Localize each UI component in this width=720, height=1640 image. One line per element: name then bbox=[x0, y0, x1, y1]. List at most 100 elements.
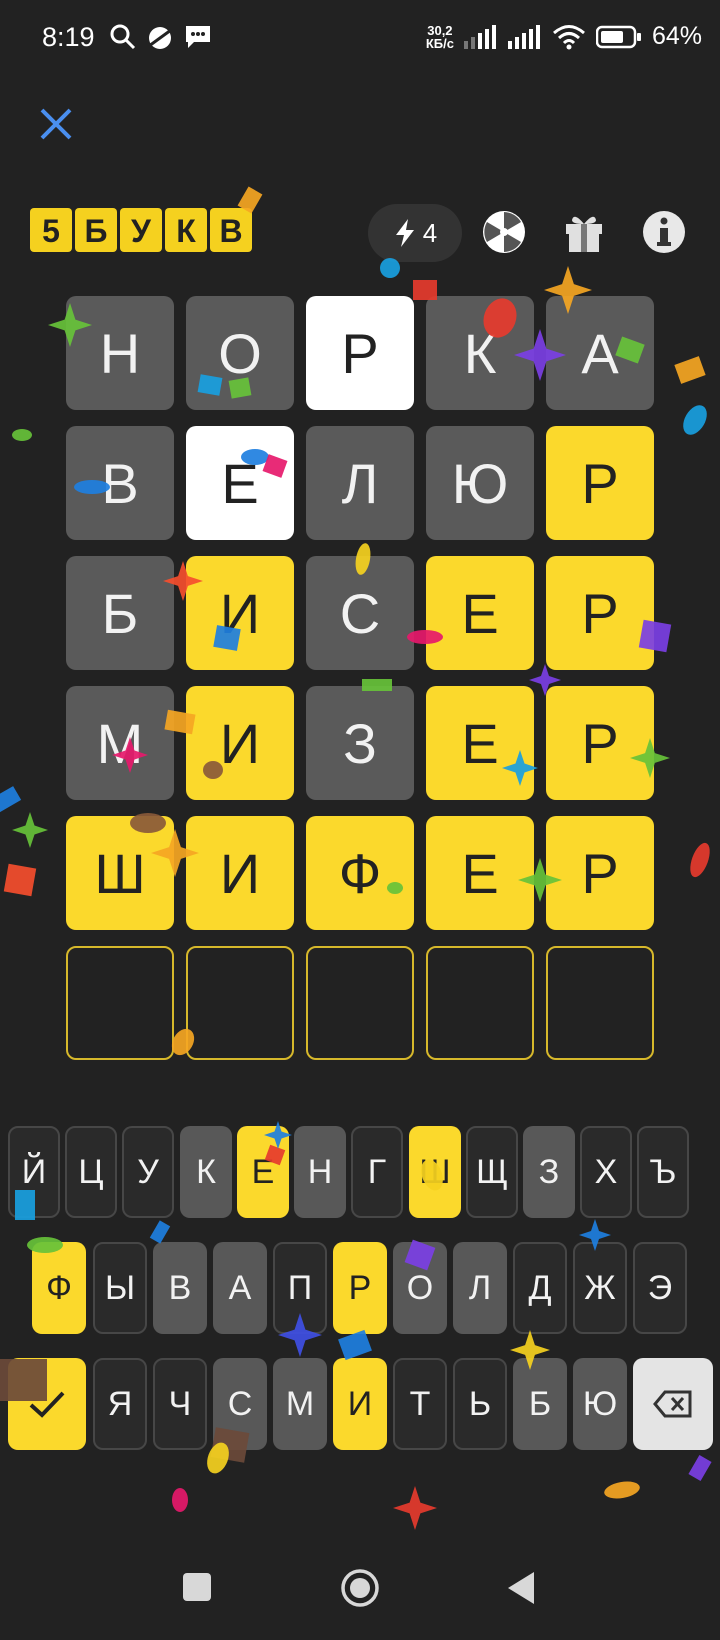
grid-tile: Е bbox=[426, 556, 534, 670]
letter-key[interactable]: Л bbox=[453, 1242, 507, 1334]
close-icon bbox=[40, 108, 72, 140]
status-bar: 8:19 30,2 КБ/с 64% bbox=[0, 0, 720, 80]
confetti-piece bbox=[393, 1486, 437, 1530]
letter-key[interactable]: Щ bbox=[466, 1126, 518, 1218]
letter-key[interactable]: М bbox=[273, 1358, 327, 1450]
letter-key[interactable]: Я bbox=[93, 1358, 147, 1450]
home-button[interactable] bbox=[340, 1568, 380, 1613]
logo-letter: В bbox=[210, 208, 252, 252]
grid-tile: Е bbox=[426, 816, 534, 930]
letter-key[interactable]: А bbox=[213, 1242, 267, 1334]
planet-icon bbox=[148, 27, 172, 49]
letter-key[interactable]: Ъ bbox=[637, 1126, 689, 1218]
keyboard-row: ЯЧСМИТЬБЮ bbox=[0, 1358, 720, 1450]
letter-key[interactable]: П bbox=[273, 1242, 327, 1334]
back-triangle-icon bbox=[508, 1572, 534, 1604]
status-time: 8:19 bbox=[42, 22, 95, 52]
letter-key[interactable]: З bbox=[523, 1126, 575, 1218]
grid-tile: Е bbox=[186, 426, 294, 540]
letter-key[interactable]: Д bbox=[513, 1242, 567, 1334]
confetti-piece bbox=[338, 1329, 372, 1361]
close-button[interactable] bbox=[36, 104, 76, 144]
checkmark-icon bbox=[29, 1391, 65, 1418]
grid-tile bbox=[66, 946, 174, 1060]
grid-tile: О bbox=[186, 296, 294, 410]
logo-letter: У bbox=[120, 208, 162, 252]
letter-key[interactable]: Р bbox=[333, 1242, 387, 1334]
letter-key[interactable]: У bbox=[122, 1126, 174, 1218]
letter-key[interactable]: В bbox=[153, 1242, 207, 1334]
lightning-icon bbox=[395, 219, 414, 247]
letter-key[interactable]: К bbox=[180, 1126, 232, 1218]
backspace-icon bbox=[653, 1390, 692, 1418]
letter-key[interactable]: Э bbox=[633, 1242, 687, 1334]
letter-key[interactable]: С bbox=[213, 1358, 267, 1450]
confetti-piece bbox=[149, 1220, 171, 1244]
grid-tile bbox=[186, 946, 294, 1060]
letter-key[interactable]: Ы bbox=[93, 1242, 147, 1334]
confetti-piece bbox=[674, 356, 706, 384]
grid-tile: Ш bbox=[66, 816, 174, 930]
back-button[interactable] bbox=[506, 1570, 536, 1611]
grid-tile: Р bbox=[546, 426, 654, 540]
confetti-piece bbox=[683, 405, 707, 435]
letter-key[interactable]: Ф bbox=[32, 1242, 86, 1334]
network-speed: 30,2 КБ/с bbox=[425, 22, 454, 51]
letter-key[interactable]: Б bbox=[513, 1358, 567, 1450]
letter-key[interactable]: Ц bbox=[65, 1126, 117, 1218]
wheel-button[interactable] bbox=[480, 208, 528, 256]
letter-key[interactable]: И bbox=[333, 1358, 387, 1450]
grid-tile: Р bbox=[546, 686, 654, 800]
battery-percent: 64% bbox=[651, 22, 702, 50]
grid-tile: А bbox=[546, 296, 654, 410]
grid-row: МИЗЕР bbox=[66, 686, 656, 800]
letter-key[interactable]: О bbox=[393, 1242, 447, 1334]
grid-tile: К bbox=[426, 296, 534, 410]
grid-tile: Ю bbox=[426, 426, 534, 540]
grid-tile: Е bbox=[426, 686, 534, 800]
confetti-piece bbox=[3, 863, 37, 897]
grid-tile: И bbox=[186, 816, 294, 930]
grid-tile bbox=[426, 946, 534, 1060]
confetti-piece bbox=[604, 1481, 640, 1499]
letter-key[interactable]: Ч bbox=[153, 1358, 207, 1450]
letter-key[interactable]: Е bbox=[237, 1126, 289, 1218]
chat-icon bbox=[186, 26, 210, 48]
signal-icon bbox=[463, 24, 496, 49]
letter-key[interactable]: Т bbox=[393, 1358, 447, 1450]
search-icon bbox=[110, 24, 136, 50]
wifi-icon bbox=[552, 24, 585, 49]
confetti-piece bbox=[172, 1488, 188, 1512]
letter-key[interactable]: Н bbox=[294, 1126, 346, 1218]
info-button[interactable] bbox=[640, 208, 688, 256]
grid-row: ВЕЛЮР bbox=[66, 426, 656, 540]
status-notification-icons bbox=[110, 24, 212, 52]
letter-key[interactable]: Х bbox=[580, 1126, 632, 1218]
grid-tile: Л bbox=[306, 426, 414, 540]
grid-row: ШИФЕР bbox=[66, 816, 656, 930]
app-logo: 5 Б У К В bbox=[30, 208, 252, 256]
grid-tile: И bbox=[186, 686, 294, 800]
gift-button[interactable] bbox=[560, 208, 608, 256]
logo-letter: Б bbox=[75, 208, 117, 252]
grid-tile: Н bbox=[66, 296, 174, 410]
letter-key[interactable]: Й bbox=[8, 1126, 60, 1218]
backspace-key[interactable] bbox=[633, 1358, 713, 1450]
letter-key[interactable]: Ь bbox=[453, 1358, 507, 1450]
gift-icon bbox=[566, 216, 602, 252]
navigation-bar bbox=[0, 1556, 720, 1636]
recent-apps-button[interactable] bbox=[182, 1572, 212, 1607]
enter-key[interactable] bbox=[8, 1358, 86, 1450]
grid-row: НОРКА bbox=[66, 296, 656, 410]
letter-key[interactable]: Ж bbox=[573, 1242, 627, 1334]
letter-key[interactable]: Ш bbox=[409, 1126, 461, 1218]
energy-counter[interactable]: 4 bbox=[368, 204, 462, 262]
confetti-piece bbox=[0, 786, 22, 814]
letter-key[interactable]: Ю bbox=[573, 1358, 627, 1450]
letter-key[interactable]: Г bbox=[351, 1126, 403, 1218]
grid-tile: В bbox=[66, 426, 174, 540]
confetti-piece bbox=[12, 429, 32, 441]
grid-tile: Р bbox=[306, 296, 414, 410]
grid-tile bbox=[546, 946, 654, 1060]
grid-tile bbox=[306, 946, 414, 1060]
